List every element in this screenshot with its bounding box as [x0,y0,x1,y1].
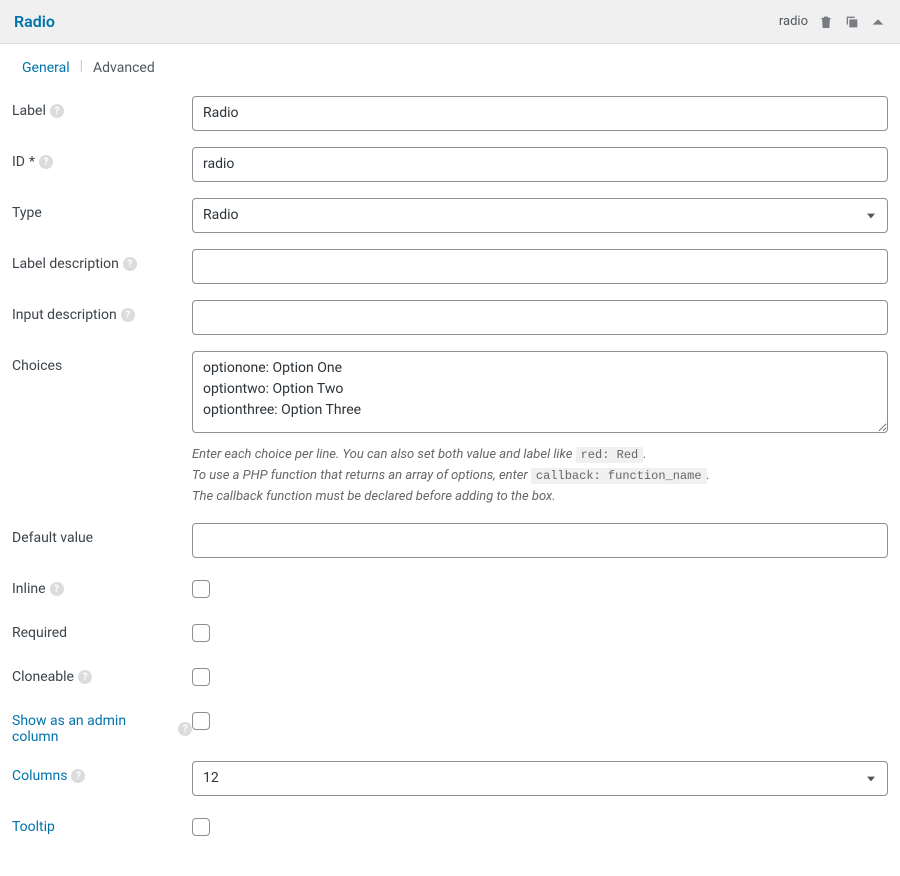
field-row-required: Required [12,618,888,646]
type-select[interactable]: Radio [192,198,888,233]
duplicate-icon[interactable] [844,14,860,30]
help-icon[interactable]: ? [123,257,137,271]
label-inline: Inline ? [12,574,192,597]
field-row-admin-column: Show as an admin column ? [12,706,888,745]
help-icon[interactable]: ? [178,722,192,736]
columns-select[interactable]: 12 [192,761,888,796]
field-row-inline: Inline ? [12,574,888,602]
panel-title: Radio [14,12,55,31]
field-row-input-description: Input description ? [12,300,888,335]
form-panel: Label ? ID* ? Type Radio Label descripti… [0,84,900,876]
label-default-value: Default value [12,523,192,546]
help-icon[interactable]: ? [71,769,85,783]
label-required: Required [12,618,192,641]
help-icon[interactable]: ? [39,155,53,169]
inline-checkbox[interactable] [192,580,210,598]
panel-header: Radio radio [0,0,900,44]
label-id: ID* ? [12,147,192,170]
required-checkbox[interactable] [192,624,210,642]
field-row-label-description: Label description ? [12,249,888,284]
field-row-tooltip: Tooltip [12,812,888,840]
label-admin-column[interactable]: Show as an admin column ? [12,706,192,745]
tabs: General | Advanced [0,44,900,84]
panel-type-text: radio [779,14,808,29]
field-row-columns: Columns ? 12 [12,761,888,796]
field-row-choices: Choices Enter each choice per line. You … [12,351,888,507]
label-label: Label ? [12,96,192,119]
default-value-input[interactable] [192,523,888,558]
delete-icon[interactable] [818,14,834,30]
label-cloneable: Cloneable ? [12,662,192,685]
label-input-description: Input description ? [12,300,192,323]
tooltip-checkbox[interactable] [192,818,210,836]
input-description-input[interactable] [192,300,888,335]
label-tooltip[interactable]: Tooltip [12,812,192,835]
cloneable-checkbox[interactable] [192,668,210,686]
label-choices: Choices [12,351,192,374]
help-icon[interactable]: ? [121,308,135,322]
field-row-type: Type Radio [12,198,888,233]
label-description-input[interactable] [192,249,888,284]
field-row-cloneable: Cloneable ? [12,662,888,690]
tab-advanced[interactable]: Advanced [83,58,165,78]
panel-actions: radio [779,14,886,30]
tab-general[interactable]: General [12,58,80,78]
choices-textarea[interactable] [192,351,888,433]
field-row-default-value: Default value [12,523,888,558]
admin-column-checkbox[interactable] [192,712,210,730]
help-icon[interactable]: ? [78,670,92,684]
collapse-icon[interactable] [870,14,886,30]
label-type: Type [12,198,192,221]
field-row-id: ID* ? [12,147,888,182]
help-icon[interactable]: ? [50,582,64,596]
choices-hint: Enter each choice per line. You can also… [192,445,888,507]
label-input[interactable] [192,96,888,131]
field-row-label: Label ? [12,96,888,131]
label-label-description: Label description ? [12,249,192,272]
id-input[interactable] [192,147,888,182]
help-icon[interactable]: ? [50,104,64,118]
